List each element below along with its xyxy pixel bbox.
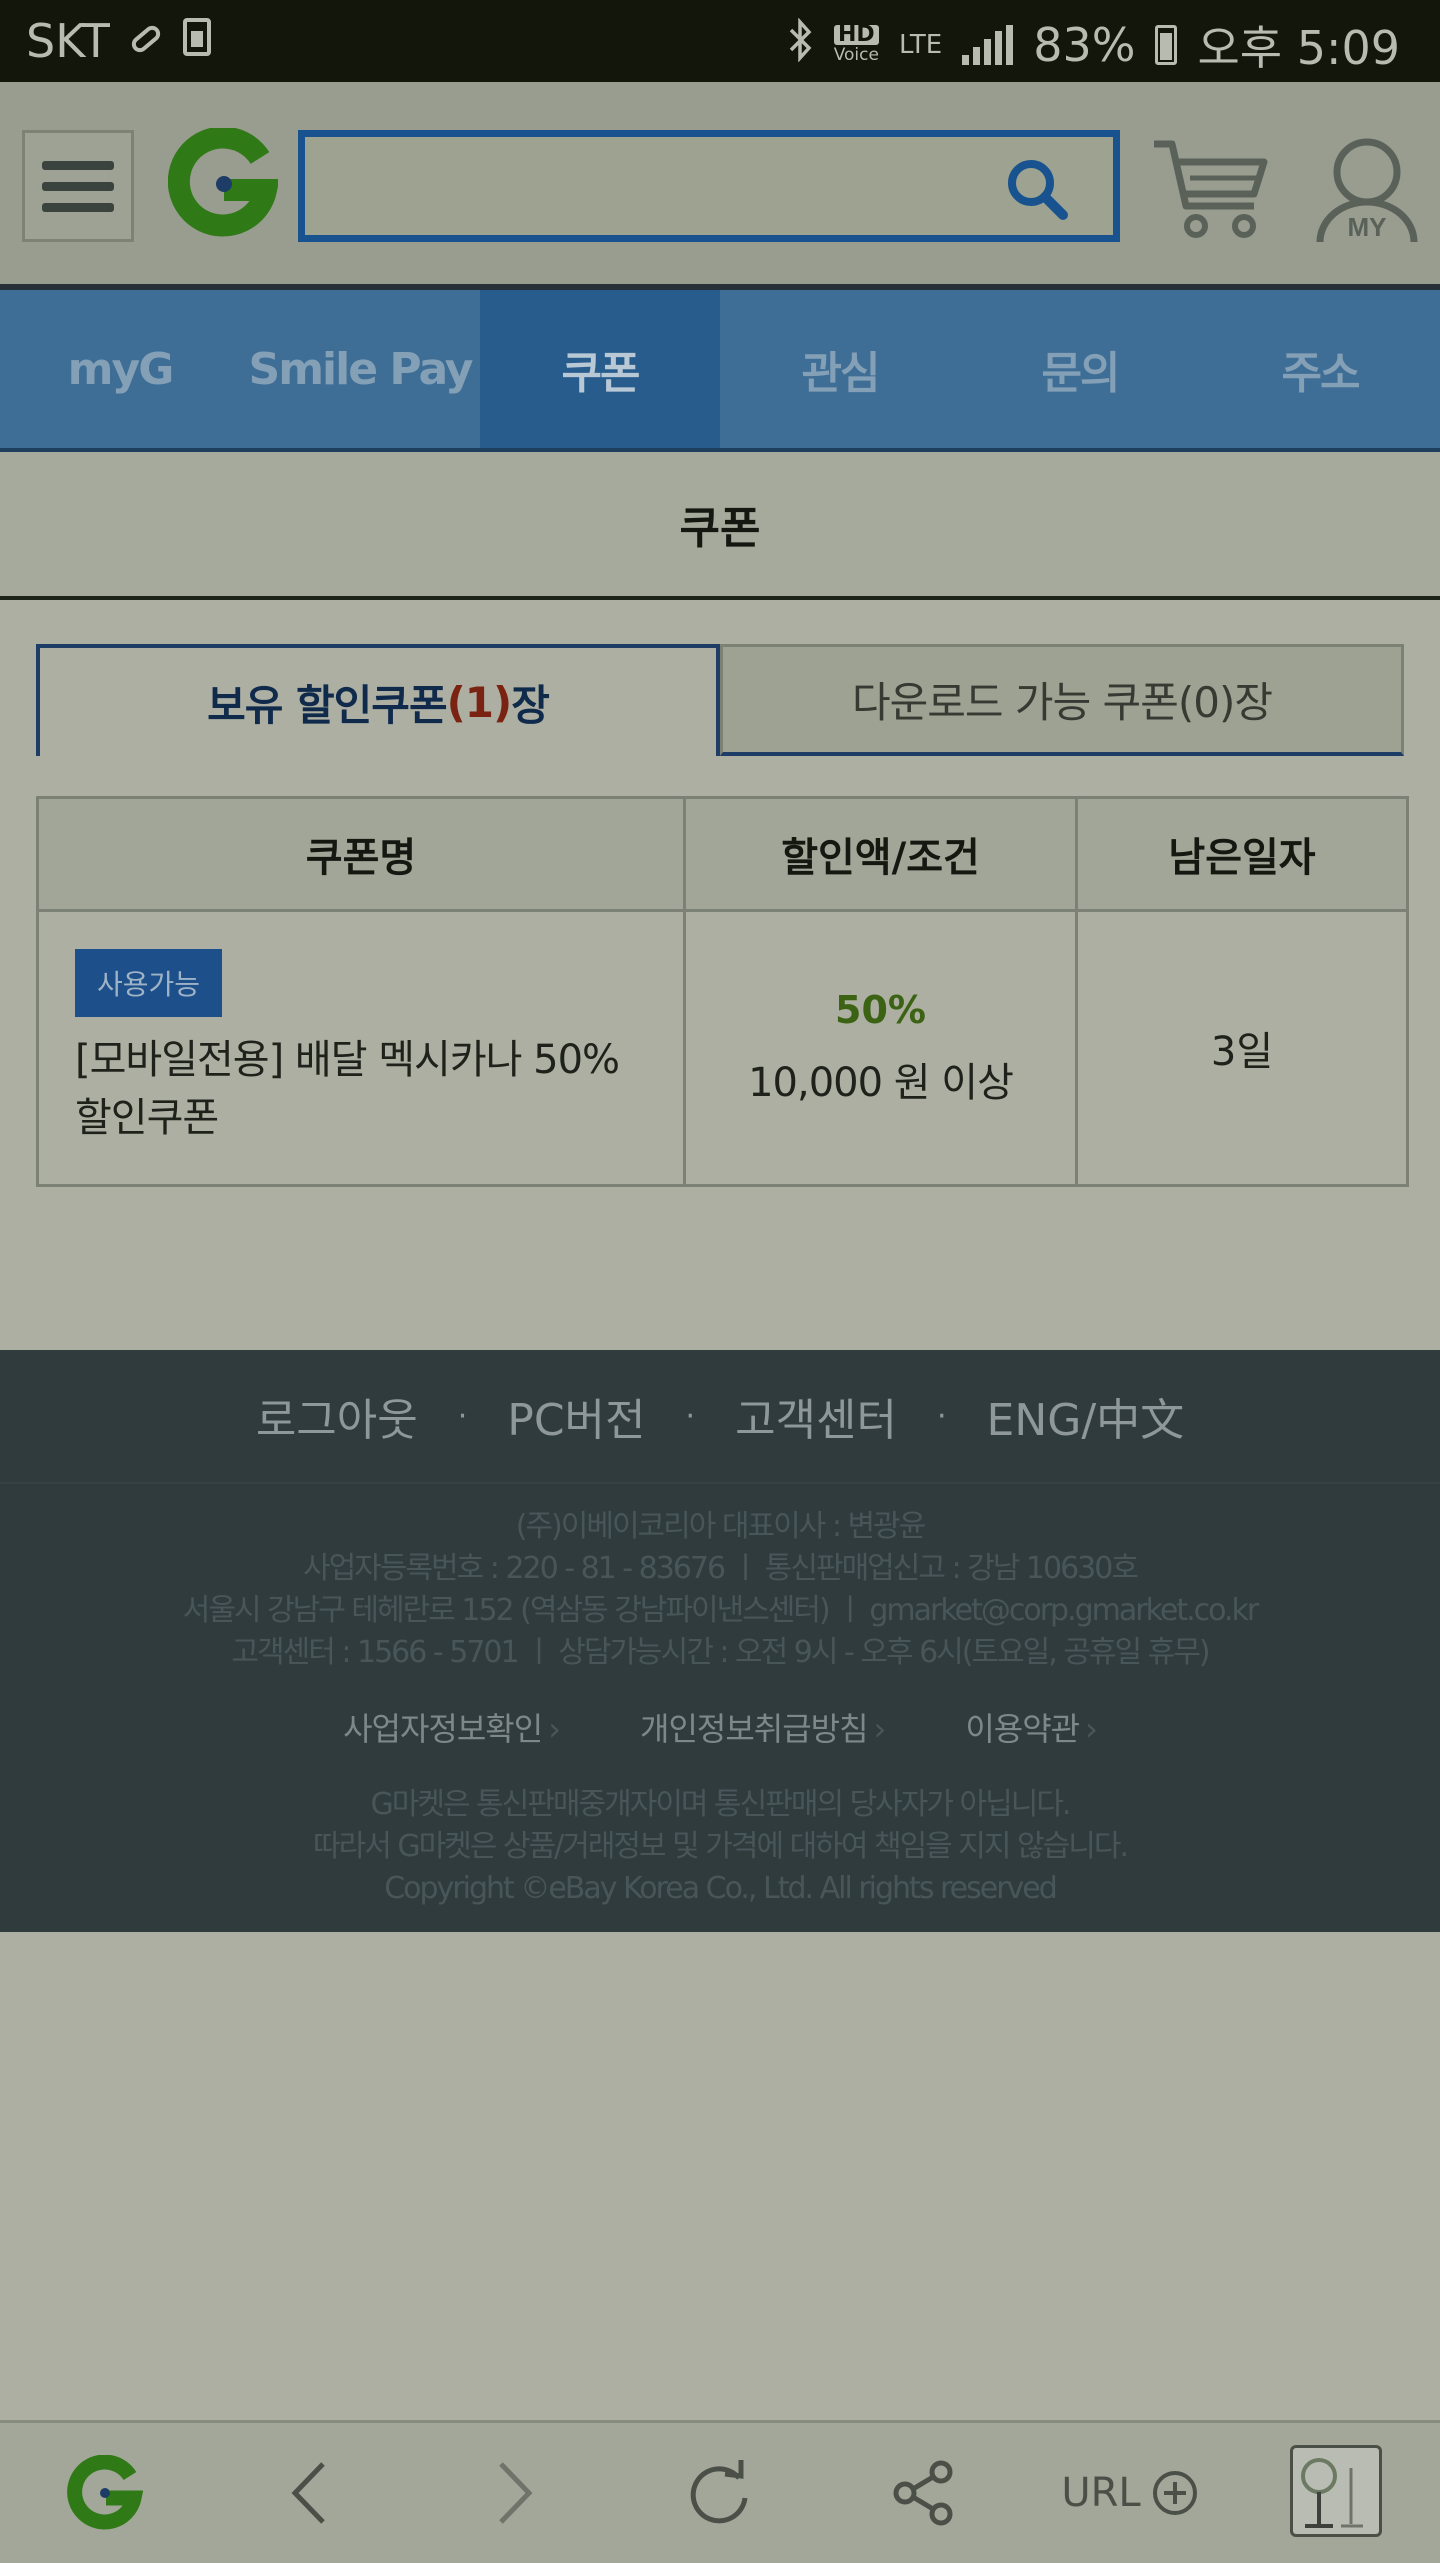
footer-separator: · xyxy=(685,1398,696,1434)
owned-coupons-suffix: 장 xyxy=(511,680,550,730)
business-info-link[interactable]: 사업자정보확인 › xyxy=(343,1704,561,1750)
company-info-line: (주)이베이코리아 대표이사 : 변광윤 xyxy=(515,1509,927,1544)
coupon-tabs: 보유 할인쿠폰 (1) 장 다운로드 가능 쿠폰(0)장 xyxy=(36,644,1404,756)
column-header-discount: 할인액/조건 xyxy=(683,796,1078,912)
privacy-policy-link[interactable]: 개인정보취급방침 › xyxy=(640,1704,887,1750)
chevron-right-icon: › xyxy=(873,1710,887,1748)
logout-link[interactable]: 로그아웃 xyxy=(256,1384,418,1448)
search-icon[interactable] xyxy=(1003,155,1073,225)
share-button[interactable] xyxy=(884,2453,964,2533)
status-badge: 사용가능 xyxy=(75,949,223,1017)
signal-icon xyxy=(962,25,1014,65)
my-account-icon[interactable]: MY xyxy=(1312,132,1422,247)
sim-card-icon xyxy=(182,14,212,68)
clock: 오후 5:09 xyxy=(1197,21,1400,75)
business-info-label: 사업자정보확인 xyxy=(343,1710,543,1748)
company-info-line: 사업자등록번호 : 220 - 81 - 83676 ㅣ 통신판매업신고 : 강… xyxy=(303,1551,1139,1586)
tab-inquiry[interactable]: 문의 xyxy=(960,290,1200,448)
language-link[interactable]: ENG/中文 xyxy=(987,1384,1185,1448)
coupon-name-cell: 사용가능 [모바일전용] 배달 멕시카나 50% 할인쿠폰 xyxy=(36,909,686,1187)
search-input[interactable] xyxy=(315,147,999,227)
gmarket-home-icon xyxy=(67,2455,143,2530)
page-title: 쿠폰 xyxy=(0,452,1440,600)
coupon-table: 쿠폰명 할인액/조건 남은일자 사용가능 [모바일전용] 배달 멕시카나 50%… xyxy=(36,796,1409,1187)
company-info-line: 서울시 강남구 테헤란로 152 (역삼동 강남파이낸스센터) ㅣ gmarke… xyxy=(182,1593,1260,1628)
carrier-label: SKT xyxy=(26,14,110,68)
pill-icon xyxy=(128,14,164,68)
tab-interest[interactable]: 관심 xyxy=(720,290,960,448)
owned-coupons-count: (1) xyxy=(446,677,513,727)
plus-circle-icon xyxy=(1152,2471,1197,2515)
fan-thumbnail-icon xyxy=(1301,2458,1363,2528)
cart-icon[interactable] xyxy=(1150,134,1270,244)
forward-button[interactable] xyxy=(474,2453,554,2533)
privacy-policy-label: 개인정보취급방침 xyxy=(640,1710,869,1748)
back-button[interactable] xyxy=(270,2453,350,2533)
url-label: URL xyxy=(1061,2470,1141,2516)
legal-notice-line: 따라서 G마켓은 상품/거래정보 및 가격에 대하여 책임을 지지 않습니다. xyxy=(313,1829,1129,1864)
pc-version-link[interactable]: PC버전 xyxy=(507,1384,645,1448)
lte-label: LTE xyxy=(898,30,943,60)
home-logo-button[interactable] xyxy=(62,2453,148,2533)
policy-links: 사업자정보확인 › 개인정보취급방침 › 이용약관 › xyxy=(0,1704,1440,1750)
tab-smile-pay[interactable]: Smile Pay xyxy=(240,290,480,448)
browser-toolbar: URL xyxy=(0,2420,1440,2563)
chevron-right-icon: › xyxy=(1085,1710,1098,1748)
url-button[interactable]: URL xyxy=(1060,2453,1200,2533)
hd-voice-indicator: HD Voice xyxy=(833,24,879,65)
chevron-right-icon: › xyxy=(548,1710,561,1748)
remaining-days: 3일 xyxy=(1075,909,1409,1187)
terms-label: 이용약관 xyxy=(965,1710,1080,1748)
tab-owned-coupons[interactable]: 보유 할인쿠폰 (1) 장 xyxy=(36,644,720,756)
tab-coupon[interactable]: 쿠폰 xyxy=(480,290,720,448)
column-header-coupon-name: 쿠폰명 xyxy=(36,796,686,912)
my-label: MY xyxy=(1348,212,1387,242)
refresh-icon xyxy=(690,2460,748,2524)
discount-condition: 10,000 원 이상 xyxy=(748,1060,1014,1106)
owned-coupons-label: 보유 할인쿠폰 xyxy=(207,680,447,730)
table-row[interactable]: 사용가능 [모바일전용] 배달 멕시카나 50% 할인쿠폰 50% 10,000… xyxy=(36,909,1409,1187)
tab-myg[interactable]: myG xyxy=(0,290,240,448)
company-info-line: 고객센터 : 1566 - 5701 ㅣ 상담가능시간 : 오전 9시 - 오후… xyxy=(231,1635,1210,1670)
battery-icon xyxy=(1155,25,1178,65)
discount-percent: 50% xyxy=(835,988,926,1032)
chevron-right-icon xyxy=(499,2462,533,2524)
table-header-row: 쿠폰명 할인액/조건 남은일자 xyxy=(36,796,1409,912)
tab-downloadable-coupons[interactable]: 다운로드 가능 쿠폰(0)장 xyxy=(720,644,1404,756)
footer-separator: · xyxy=(936,1398,947,1434)
share-icon xyxy=(893,2460,953,2526)
tab-address[interactable]: 주소 xyxy=(1200,290,1440,448)
discount-cell: 50% 10,000 원 이상 xyxy=(683,909,1078,1187)
mypage-nav: myG Smile Pay 쿠폰 관심 문의 주소 xyxy=(0,290,1440,452)
legal-notice: G마켓은 통신판매중개자이며 통신판매의 당사자가 아닙니다. 따라서 G마켓은… xyxy=(0,1784,1440,1910)
status-bar: SKT HD Voice LTE 83% 오후 5:09 xyxy=(0,0,1440,82)
app-header: MY xyxy=(0,82,1440,290)
customer-center-link[interactable]: 고객센터 xyxy=(735,1384,897,1448)
company-info: (주)이베이코리아 대표이사 : 변광윤 사업자등록번호 : 220 - 81 … xyxy=(0,1484,1440,1674)
tab-thumbnail[interactable] xyxy=(1290,2445,1382,2537)
chevron-left-icon xyxy=(291,2462,325,2524)
legal-notice-line: G마켓은 통신판매중개자이며 통신판매의 당사자가 아닙니다. xyxy=(370,1787,1072,1822)
footer-links: 로그아웃 · PC버전 · 고객센터 · ENG/中文 xyxy=(0,1350,1440,1484)
refresh-button[interactable] xyxy=(680,2453,760,2533)
battery-percent: 83% xyxy=(1033,18,1136,72)
footer-separator: · xyxy=(457,1398,468,1434)
hd-label: HD xyxy=(833,24,879,46)
bluetooth-icon xyxy=(788,16,814,73)
voice-label: Voice xyxy=(833,45,879,65)
footer: 로그아웃 · PC버전 · 고객센터 · ENG/中文 (주)이베이코리아 대표… xyxy=(0,1350,1440,1932)
terms-link[interactable]: 이용약관 › xyxy=(965,1704,1098,1750)
column-header-remaining-days: 남은일자 xyxy=(1075,796,1409,912)
copyright: Copyright ©eBay Korea Co., Ltd. All righ… xyxy=(384,1871,1058,1906)
search-box[interactable] xyxy=(298,130,1120,242)
gmarket-logo[interactable] xyxy=(167,126,280,238)
hamburger-menu-button[interactable] xyxy=(22,130,134,242)
coupon-name: [모바일전용] 배달 멕시카나 50% 할인쿠폰 xyxy=(75,1037,620,1141)
